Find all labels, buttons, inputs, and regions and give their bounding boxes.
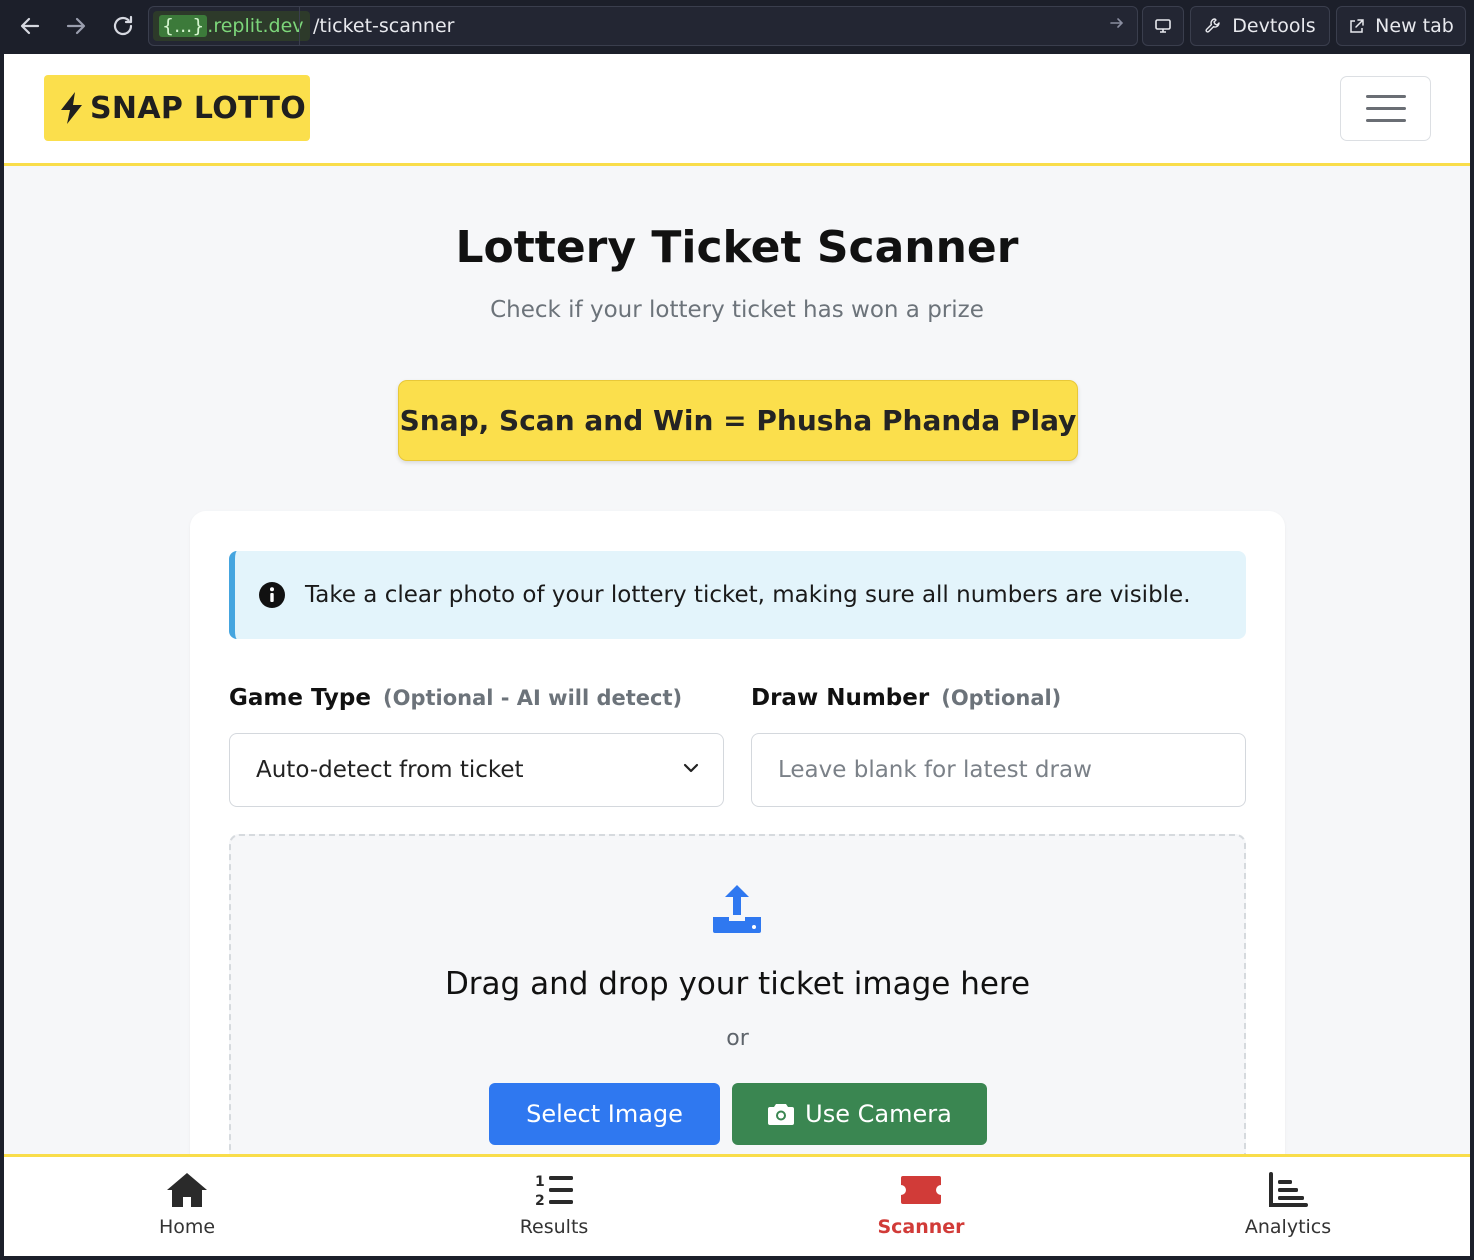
nav-scanner[interactable]: Scanner (821, 1157, 1021, 1256)
bottom-navigation: Home 1 2 Results Scanner Analytics (4, 1154, 1470, 1256)
url-host-domain: .replit.dev (207, 15, 304, 37)
arrow-right-icon (66, 17, 86, 35)
alert-text: Take a clear photo of your lottery ticke… (305, 582, 1191, 608)
game-type-select[interactable]: Auto-detect from ticket (229, 733, 724, 807)
use-camera-button[interactable]: Use Camera (732, 1083, 987, 1145)
forward-button[interactable] (58, 8, 94, 44)
nav-home-label: Home (158, 1216, 216, 1238)
brand-logo[interactable]: SNAP LOTTO (44, 75, 310, 141)
nav-home[interactable]: Home (87, 1157, 287, 1256)
nav-analytics[interactable]: Analytics (1188, 1157, 1388, 1256)
game-type-hint: (Optional - AI will detect) (383, 686, 683, 710)
game-type-selected: Auto-detect from ticket (256, 757, 524, 783)
hamburger-line (1365, 107, 1406, 110)
svg-text:2: 2 (535, 1193, 545, 1208)
new-tab-button[interactable]: New tab (1336, 6, 1466, 46)
svg-text:1: 1 (535, 1174, 545, 1190)
hamburger-line (1365, 119, 1406, 122)
page-title: Lottery Ticket Scanner (455, 222, 1019, 273)
screen-button[interactable] (1142, 6, 1184, 46)
menu-toggle-button[interactable] (1340, 76, 1431, 141)
info-alert: Take a clear photo of your lottery ticke… (229, 551, 1246, 639)
ticket-icon (901, 1176, 941, 1204)
game-type-label-text: Game Type (229, 685, 371, 711)
info-icon (259, 582, 285, 608)
go-arrow-icon[interactable] (1109, 15, 1125, 36)
dropzone-or: or (726, 1026, 749, 1051)
promo-button[interactable]: Snap, Scan and Win = Phusha Phanda Play (398, 380, 1078, 461)
upload-icon (713, 885, 761, 933)
hamburger-line (1365, 95, 1406, 98)
nav-analytics-label: Analytics (1244, 1216, 1332, 1238)
external-link-icon (1350, 18, 1364, 33)
brand-name: SNAP LOTTO (90, 90, 307, 126)
draw-number-hint: (Optional) (941, 686, 1062, 710)
nav-results[interactable]: 1 2 Results (454, 1157, 654, 1256)
draw-number-label: Draw Number (Optional) (751, 685, 1061, 711)
chevron-down-icon (683, 763, 699, 773)
scanner-card: Take a clear photo of your lottery ticke… (190, 511, 1285, 1256)
new-tab-label: New tab (1375, 15, 1454, 37)
arrow-left-icon (20, 17, 40, 35)
reload-button[interactable] (105, 8, 141, 44)
reload-icon (113, 15, 133, 36)
url-path: /ticket-scanner (313, 15, 455, 37)
select-image-label: Select Image (526, 1100, 683, 1128)
chart-bar-icon (1269, 1172, 1308, 1207)
monitor-icon (1155, 19, 1171, 33)
wrench-icon (1205, 18, 1220, 33)
game-type-label: Game Type (Optional - AI will detect) (229, 685, 682, 711)
select-image-button[interactable]: Select Image (489, 1083, 720, 1145)
app-header: SNAP LOTTO (4, 54, 1470, 166)
devtools-button[interactable]: Devtools (1190, 6, 1330, 46)
back-button[interactable] (12, 8, 48, 44)
camera-icon (768, 1104, 795, 1125)
list-numbered-icon: 1 2 (535, 1174, 573, 1208)
url-divider (299, 7, 300, 45)
nav-scanner-label: Scanner (877, 1216, 965, 1238)
nav-results-label: Results (519, 1216, 589, 1238)
draw-number-label-text: Draw Number (751, 685, 930, 711)
devtools-label: Devtools (1232, 15, 1316, 37)
draw-number-input[interactable] (751, 733, 1246, 807)
lightning-bolt-icon (61, 92, 82, 124)
home-icon (167, 1173, 207, 1207)
url-host-badge: {...} (159, 15, 208, 37)
url-host: {...} .replit.dev (153, 11, 310, 41)
address-bar[interactable]: {...} .replit.dev /ticket-scanner (148, 6, 1138, 46)
dropzone-title: Drag and drop your ticket image here (444, 966, 1031, 1002)
use-camera-label: Use Camera (805, 1100, 952, 1128)
page-viewport: SNAP LOTTO Lottery Ticket Scanner Check … (4, 54, 1470, 1256)
page-subtitle: Check if your lottery ticket has won a p… (490, 297, 984, 323)
browser-toolbar: {...} .replit.dev /ticket-scanner Devtool… (0, 0, 1474, 54)
